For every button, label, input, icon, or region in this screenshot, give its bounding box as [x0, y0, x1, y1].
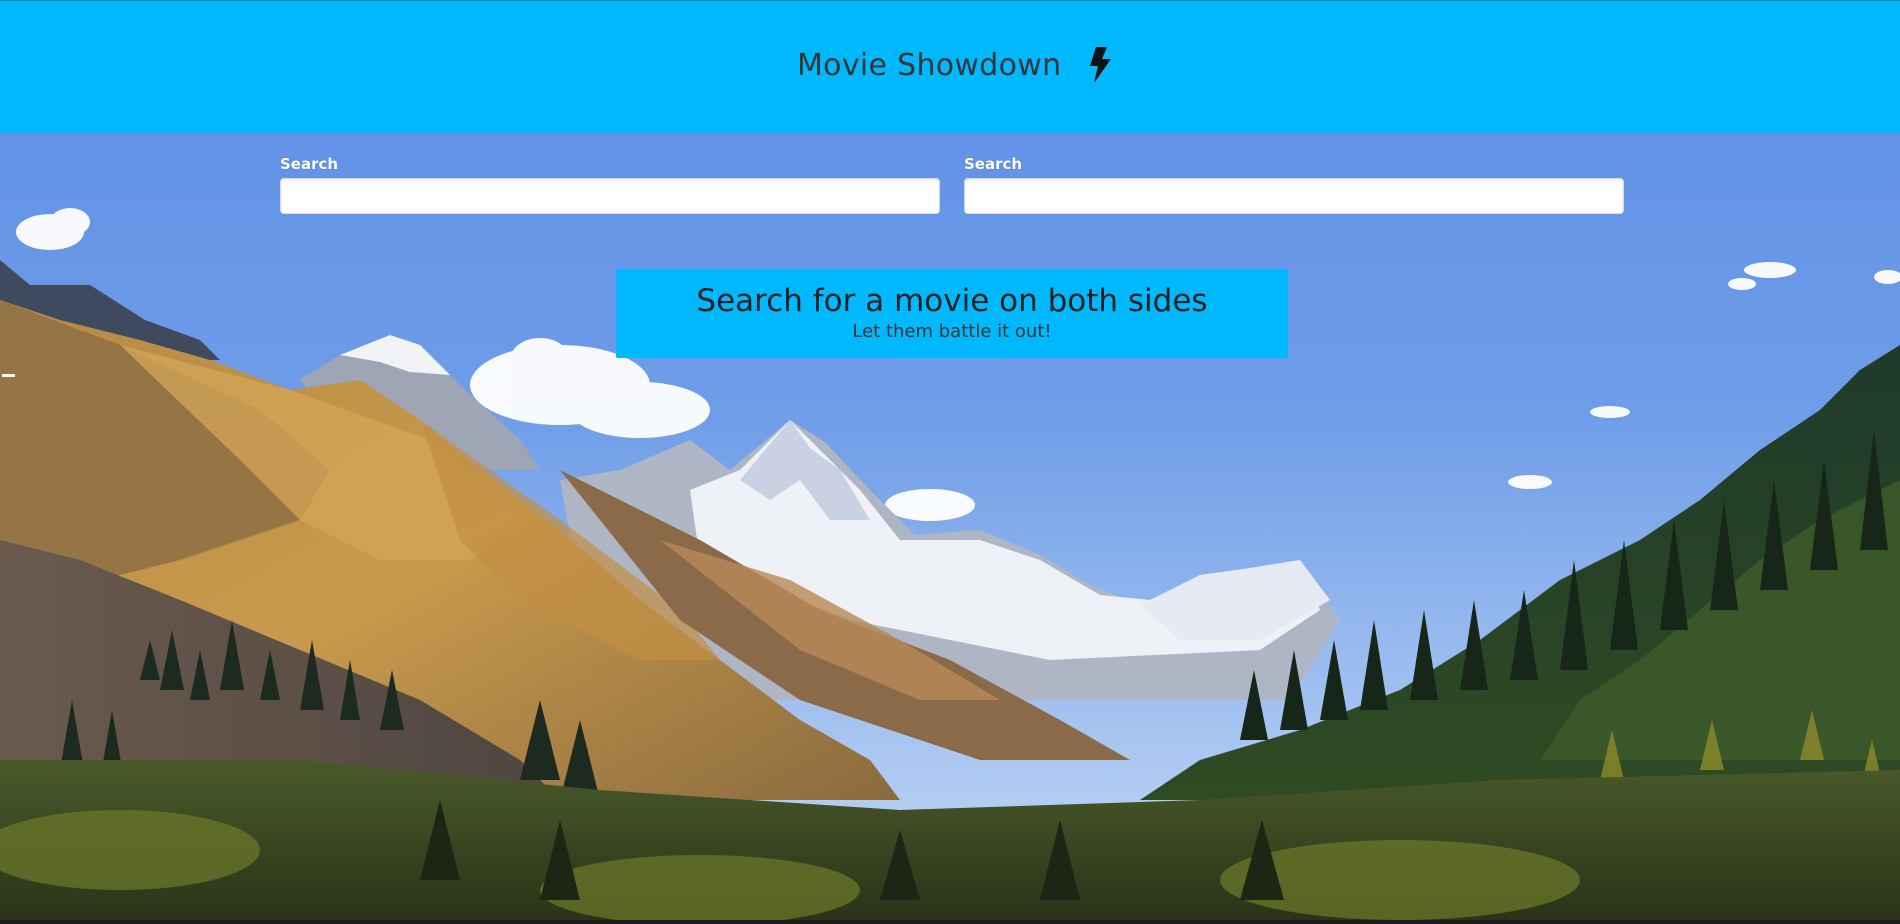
search-input-left[interactable]: [280, 178, 940, 214]
brand: Movie Showdown: [797, 47, 1113, 83]
app-title: Movie Showdown: [797, 47, 1062, 83]
search-input-right[interactable]: [964, 178, 1624, 214]
search-column-right: Search: [964, 155, 1624, 214]
background-landscape: [0, 0, 1900, 920]
search-label-left: Search: [280, 155, 339, 173]
instructions-title: Search for a movie on both sides: [696, 283, 1208, 319]
instructions-subtitle: Let them battle it out!: [852, 321, 1052, 342]
app-header: Movie Showdown: [0, 0, 1900, 133]
search-label-right: Search: [964, 155, 1023, 173]
edge-marker: [2, 374, 15, 377]
search-column-left: Search: [280, 155, 940, 214]
instructions-banner: Search for a movie on both sides Let the…: [616, 269, 1288, 358]
bolt-icon: [1087, 47, 1113, 83]
